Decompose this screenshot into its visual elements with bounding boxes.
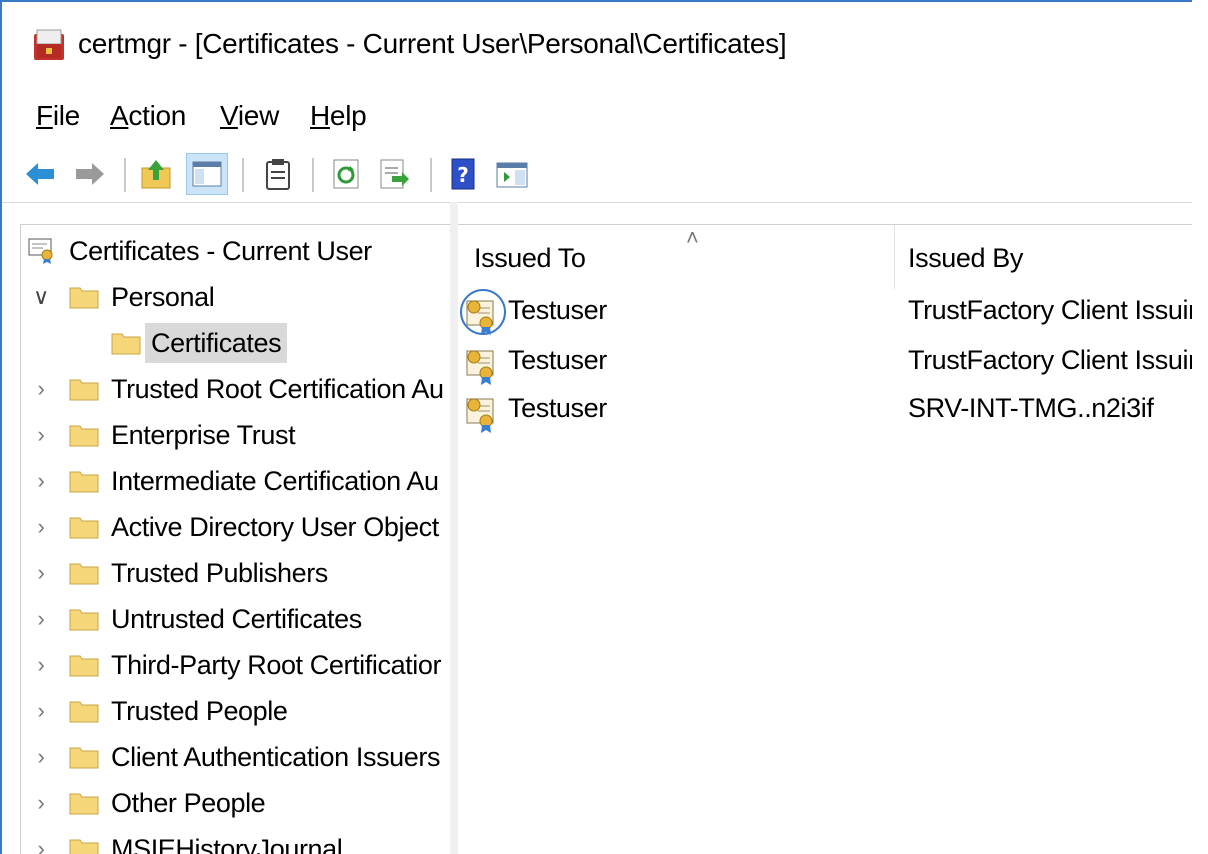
tree-item-label: Other People [111,788,266,818]
chevron-right-icon[interactable]: › [31,461,51,501]
tree-item-label: Client Authentication Issuers [111,742,441,772]
chevron-right-icon[interactable]: › [31,599,51,639]
tree-item-label: Trusted Root Certification Au [111,374,444,404]
title-bar[interactable]: certmgr - [Certificates - Current User\P… [2,2,1192,90]
window-title: certmgr - [Certificates - Current User\P… [78,28,787,59]
menu-help-label: elp [329,100,367,131]
column-header-label: Issued By [908,243,1023,273]
help-icon[interactable]: ? [446,156,482,192]
folder-icon [69,425,99,447]
certificate-row[interactable]: Testuser SRV-INT-TMG..n2i3if [458,393,1192,441]
show-hide-console-tree-button[interactable] [186,153,228,195]
chevron-right-icon[interactable]: › [31,553,51,593]
toolbar-separator [312,158,314,192]
column-header-issued-by[interactable]: Issued By [908,225,1192,289]
tree-item-label: Trusted People [111,696,288,726]
toolbar-separator [242,158,244,192]
folder-icon [69,379,99,401]
tree-item-label: Personal [111,282,215,312]
chevron-down-icon[interactable]: ∨ [31,277,51,317]
issued-to-cell: Testuser [508,295,607,325]
menu-action-label: ction [128,100,187,131]
column-header-issued-to[interactable]: Issued To ˄ [474,225,896,289]
folder-icon [69,655,99,677]
tree-item-label-selected: Certificates [145,323,288,363]
menu-file[interactable]: File [36,100,80,132]
pane-splitter[interactable] [450,202,458,854]
folder-icon [69,517,99,539]
certificate-icon [466,398,494,433]
menu-action[interactable]: Action [110,100,186,132]
show-hide-console-tree-icon [192,161,222,187]
menu-file-accelerator: F [36,100,53,131]
certmgr-app-icon [34,29,64,60]
toolbar: ? [2,148,1192,203]
folder-icon [69,287,99,309]
tree-item-label: Intermediate Certification Au [111,466,439,496]
export-list-icon[interactable] [376,156,412,192]
certificate-row[interactable]: Testuser TrustFactory Client Issuin [458,289,1192,343]
certificate-snapin-icon [28,238,53,264]
menu-view[interactable]: View [220,100,279,132]
certificate-row[interactable]: Testuser TrustFactory Client Issuin [458,345,1192,393]
forward-arrow-icon[interactable] [72,156,108,192]
console-tree[interactable]: Certificates - Current User ∨ Personal C… [20,224,452,854]
chevron-right-icon[interactable]: › [31,369,51,409]
back-arrow-icon[interactable] [22,156,58,192]
tree-item-label: Untrusted Certificates [111,604,362,634]
issued-by-cell: TrustFactory Client Issuin [908,345,1192,375]
up-folder-icon[interactable] [138,156,174,192]
column-header-label: Issued To [474,243,586,273]
properties-icon[interactable] [260,156,296,192]
menu-bar: File Action View Help [2,94,1192,142]
chevron-right-icon[interactable]: › [31,415,51,455]
tree-root-label: Certificates - Current User [69,236,372,266]
folder-icon [69,793,99,815]
column-separator[interactable] [894,225,895,289]
issued-by-cell: SRV-INT-TMG..n2i3if [908,393,1154,423]
menu-help-accelerator: H [310,100,330,131]
chevron-right-icon[interactable]: › [31,783,51,823]
folder-icon [69,747,99,769]
menu-action-accelerator: A [110,100,129,131]
sort-ascending-icon: ˄ [686,225,699,250]
folder-icon [69,471,99,493]
svg-text:?: ? [457,163,469,187]
menu-view-label: iew [237,100,279,131]
refresh-icon[interactable] [328,156,364,192]
tree-item-label: MSIEHistoryJournal [111,834,343,854]
issued-to-cell: Testuser [508,345,607,375]
menu-help[interactable]: Help [310,100,367,132]
chevron-right-icon[interactable]: › [31,829,51,854]
certmgr-window: certmgr - [Certificates - Current User\P… [0,0,1192,854]
folder-icon [69,563,99,585]
chevron-right-icon[interactable]: › [31,691,51,731]
chevron-right-icon[interactable]: › [31,645,51,685]
chevron-right-icon[interactable]: › [31,737,51,777]
tree-item-label: Active Directory User Object [111,512,439,542]
chevron-right-icon[interactable]: › [31,507,51,547]
certificate-list[interactable]: Issued To ˄ Issued By Testuser TrustFacto… [458,224,1192,854]
folder-icon [69,839,99,854]
tree-item-label: Enterprise Trust [111,420,296,450]
folder-icon [111,333,141,355]
focus-indicator [460,289,506,335]
certificate-icon [466,350,494,385]
issued-to-cell: Testuser [508,393,607,423]
issued-by-cell: TrustFactory Client Issuin [908,295,1192,325]
window-edge [1192,0,1208,854]
toolbar-separator [124,158,126,192]
menu-file-label: ile [52,100,80,131]
toolbar-separator [430,158,432,192]
folder-icon [69,701,99,723]
tree-item-label: Trusted Publishers [111,558,328,588]
tree-item-label: Third-Party Root Certificatior [111,650,442,680]
folder-icon [69,609,99,631]
action-pane-icon[interactable] [494,156,530,192]
menu-view-accelerator: V [220,100,238,131]
